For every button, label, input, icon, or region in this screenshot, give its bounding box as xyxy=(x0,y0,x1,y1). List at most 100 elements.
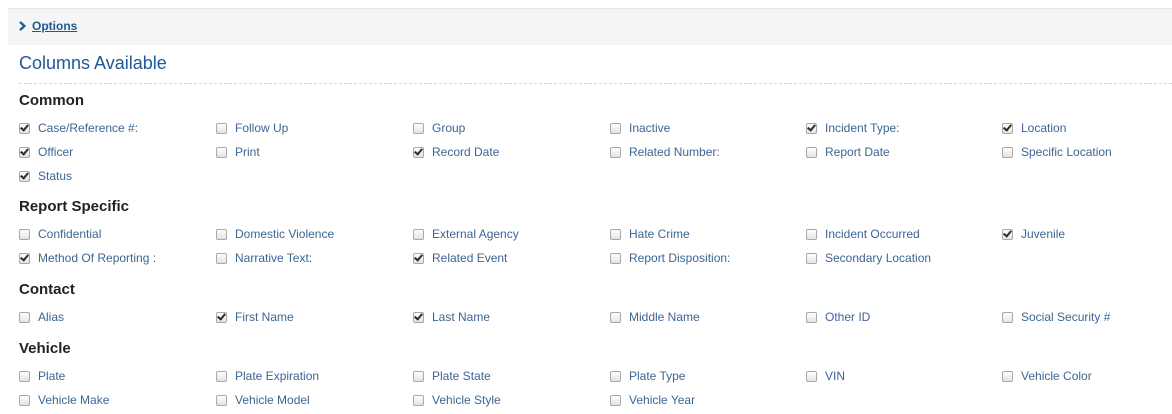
column-option[interactable]: Alias xyxy=(19,309,64,325)
column-checkbox[interactable] xyxy=(1002,122,1013,134)
column-option-label: Plate Expiration xyxy=(235,369,320,383)
column-option[interactable]: Method Of Reporting : xyxy=(19,250,156,266)
column-option[interactable]: Incident Type: xyxy=(806,120,900,136)
column-option[interactable]: Other ID xyxy=(806,309,870,325)
column-option[interactable]: Record Date xyxy=(413,144,499,160)
column-option[interactable]: Narrative Text: xyxy=(216,250,312,266)
column-checkbox[interactable] xyxy=(216,370,227,382)
column-checkbox[interactable] xyxy=(806,146,817,158)
column-checkbox[interactable] xyxy=(413,122,424,134)
column-checkbox[interactable] xyxy=(1002,311,1013,323)
column-option[interactable]: Confidential xyxy=(19,226,101,242)
panel-title: Columns Available xyxy=(19,53,167,73)
column-checkbox[interactable] xyxy=(216,122,227,134)
column-option[interactable]: Domestic Violence xyxy=(216,226,334,242)
column-checkbox[interactable] xyxy=(610,228,621,240)
column-option-label: Plate State xyxy=(432,369,491,383)
column-option[interactable]: VIN xyxy=(806,368,845,384)
column-option-label: Group xyxy=(432,121,466,135)
column-checkbox[interactable] xyxy=(413,394,424,406)
column-option[interactable]: Vehicle Year xyxy=(610,392,695,408)
column-checkbox[interactable] xyxy=(19,311,30,323)
column-checkbox[interactable] xyxy=(413,146,424,158)
column-option-label: Domestic Violence xyxy=(235,227,335,241)
column-checkbox[interactable] xyxy=(216,394,227,406)
column-option[interactable]: Location xyxy=(1002,120,1066,136)
column-option[interactable]: Vehicle Model xyxy=(216,392,310,408)
column-option-label: VIN xyxy=(825,369,846,383)
column-option[interactable]: Group xyxy=(413,120,465,136)
column-option[interactable]: Related Number: xyxy=(610,144,720,160)
column-option[interactable]: Officer xyxy=(19,144,73,160)
column-checkbox[interactable] xyxy=(806,311,817,323)
column-option[interactable]: Incident Occurred xyxy=(806,226,920,242)
column-option[interactable]: Hate Crime xyxy=(610,226,690,242)
column-checkbox[interactable] xyxy=(216,311,227,323)
column-checkbox[interactable] xyxy=(806,370,817,382)
column-option[interactable]: Social Security # xyxy=(1002,309,1110,325)
column-checkbox[interactable] xyxy=(413,370,424,382)
column-checkbox[interactable] xyxy=(216,146,227,158)
column-checkbox[interactable] xyxy=(19,252,30,264)
column-option[interactable]: First Name xyxy=(216,309,294,325)
column-option[interactable]: Juvenile xyxy=(1002,226,1065,242)
column-checkbox[interactable] xyxy=(1002,228,1013,240)
column-checkbox[interactable] xyxy=(1002,146,1013,158)
column-option-label: Related Event xyxy=(432,251,508,265)
column-option[interactable]: Plate State xyxy=(413,368,491,384)
section-title-0: Common xyxy=(19,92,84,109)
column-option[interactable]: Print xyxy=(216,144,260,160)
chevron-right-icon xyxy=(19,21,26,31)
column-option[interactable]: Last Name xyxy=(413,309,490,325)
options-label: Options xyxy=(32,19,78,33)
column-checkbox[interactable] xyxy=(806,228,817,240)
column-checkbox[interactable] xyxy=(806,122,817,134)
column-checkbox[interactable] xyxy=(216,252,227,264)
column-option[interactable]: Vehicle Make xyxy=(19,392,109,408)
column-checkbox[interactable] xyxy=(19,370,30,382)
column-option[interactable]: Related Event xyxy=(413,250,507,266)
column-option[interactable]: Secondary Location xyxy=(806,250,931,266)
column-checkbox[interactable] xyxy=(413,252,424,264)
column-option-label: Incident Type: xyxy=(825,121,900,135)
options-toggle[interactable]: Options xyxy=(19,19,77,33)
column-option[interactable]: Report Date xyxy=(806,144,890,160)
column-option[interactable]: Vehicle Color xyxy=(1002,368,1092,384)
column-checkbox[interactable] xyxy=(19,394,30,406)
column-checkbox[interactable] xyxy=(216,228,227,240)
column-option-label: Officer xyxy=(38,145,74,159)
column-option[interactable]: Plate Type xyxy=(610,368,685,384)
column-option-label: Hate Crime xyxy=(629,227,690,241)
divider xyxy=(19,83,1172,84)
column-checkbox[interactable] xyxy=(1002,370,1013,382)
column-checkbox[interactable] xyxy=(19,122,30,134)
column-option[interactable]: Case/Reference #: xyxy=(19,120,138,136)
column-option[interactable]: Inactive xyxy=(610,120,670,136)
column-checkbox[interactable] xyxy=(19,228,30,240)
column-checkbox[interactable] xyxy=(610,370,621,382)
column-option-label: Secondary Location xyxy=(825,251,932,265)
column-option-label: Narrative Text: xyxy=(235,251,313,265)
column-checkbox[interactable] xyxy=(19,170,30,182)
column-checkbox[interactable] xyxy=(610,252,621,264)
column-checkbox[interactable] xyxy=(610,146,621,158)
column-option[interactable]: Status xyxy=(19,168,72,184)
column-checkbox[interactable] xyxy=(806,252,817,264)
column-checkbox[interactable] xyxy=(610,311,621,323)
column-option[interactable]: External Agency xyxy=(413,226,519,242)
column-option[interactable]: Vehicle Style xyxy=(413,392,501,408)
column-option[interactable]: Follow Up xyxy=(216,120,288,136)
options-bar: Options xyxy=(8,8,1172,45)
column-option[interactable]: Specific Location xyxy=(1002,144,1112,160)
column-option[interactable]: Plate Expiration xyxy=(216,368,319,384)
column-option[interactable]: Plate xyxy=(19,368,65,384)
column-option-label: Report Disposition: xyxy=(629,251,731,265)
column-checkbox[interactable] xyxy=(19,146,30,158)
column-option-label: Confidential xyxy=(38,227,102,241)
column-checkbox[interactable] xyxy=(610,394,621,406)
column-checkbox[interactable] xyxy=(610,122,621,134)
column-option[interactable]: Report Disposition: xyxy=(610,250,730,266)
column-option[interactable]: Middle Name xyxy=(610,309,700,325)
column-checkbox[interactable] xyxy=(413,311,424,323)
column-checkbox[interactable] xyxy=(413,228,424,240)
